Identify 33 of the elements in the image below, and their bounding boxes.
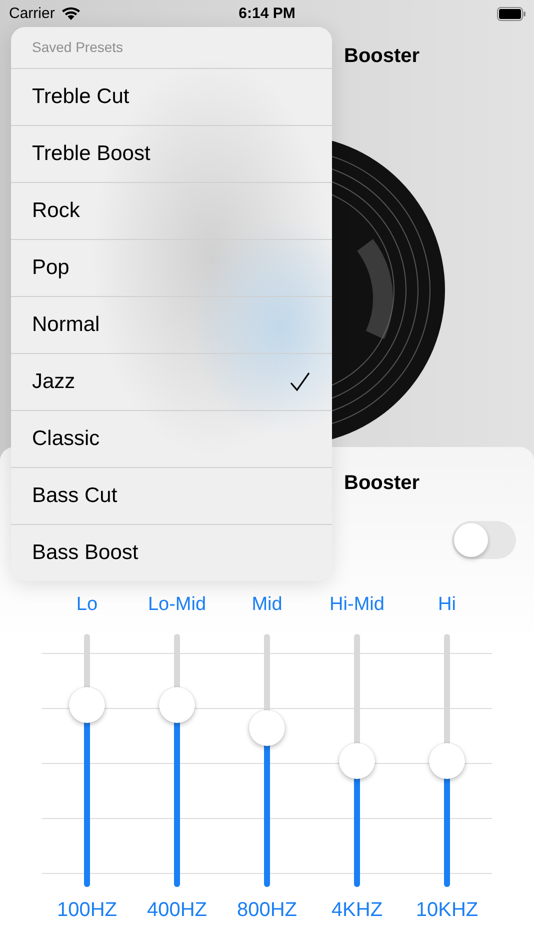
slider-thumb[interactable] bbox=[429, 742, 465, 778]
frequency-label: 400HZ bbox=[146, 899, 208, 922]
preset-item[interactable]: Normal bbox=[11, 297, 332, 354]
slider-thumb[interactable] bbox=[159, 686, 195, 723]
preset-item[interactable]: Treble Boost bbox=[11, 126, 332, 183]
band-label: Mid bbox=[252, 594, 282, 617]
carrier-label: Carrier bbox=[9, 5, 55, 22]
band-label: Hi-Mid bbox=[330, 594, 384, 617]
preset-item[interactable]: Classic bbox=[11, 411, 332, 468]
clock-time: 6:14 PM bbox=[238, 5, 296, 22]
wifi-icon bbox=[60, 6, 81, 20]
screen-title: Booster bbox=[344, 44, 420, 69]
slider-thumb[interactable] bbox=[339, 742, 375, 778]
slider-thumb[interactable] bbox=[249, 710, 285, 746]
band-label: Lo bbox=[76, 594, 98, 617]
checkmark-icon bbox=[290, 372, 310, 392]
toggle-switch[interactable] bbox=[452, 521, 516, 559]
frequency-label: 800HZ bbox=[236, 899, 298, 922]
frequency-label: 100HZ bbox=[56, 899, 118, 922]
preset-item[interactable]: Treble Cut bbox=[11, 69, 332, 126]
preset-item[interactable]: Bass Boost bbox=[11, 525, 332, 581]
preset-item[interactable]: Jazz bbox=[11, 354, 332, 411]
frequency-label: 4KHZ bbox=[331, 899, 383, 922]
preset-item[interactable]: Bass Cut bbox=[11, 468, 332, 525]
slider-thumb[interactable] bbox=[69, 686, 105, 723]
sheet-title: Booster bbox=[344, 471, 420, 495]
battery-icon bbox=[497, 6, 526, 20]
band-label: Hi bbox=[438, 594, 456, 617]
preset-item[interactable]: Pop bbox=[11, 240, 332, 297]
band-label: Lo-Mid bbox=[148, 594, 206, 617]
frequency-label: 10KHZ bbox=[416, 899, 478, 922]
preset-item[interactable]: Rock bbox=[11, 183, 332, 240]
menu-header: Saved Presets bbox=[11, 27, 332, 69]
